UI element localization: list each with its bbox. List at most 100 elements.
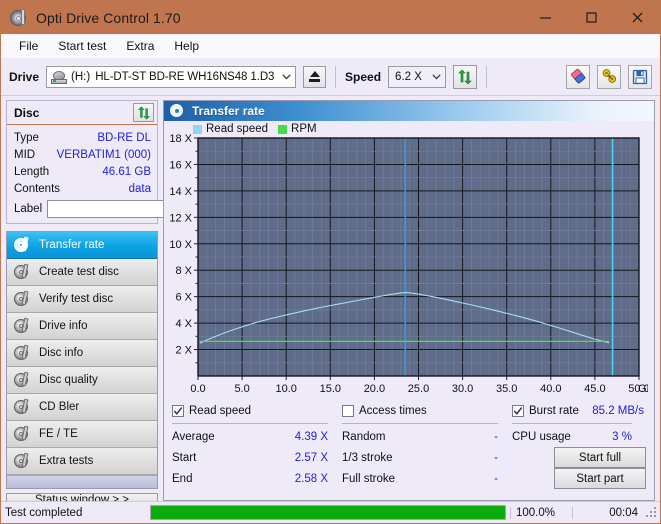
disc-refresh-button[interactable] xyxy=(133,103,154,122)
chart-xtick-label: 40.0 xyxy=(540,383,561,395)
chart-xtick-label: 35.0 xyxy=(496,383,517,395)
disc-icon xyxy=(14,398,30,415)
progress-bar-fill xyxy=(151,506,505,519)
chart-ytick-label: 4 X xyxy=(175,318,192,330)
read-speed-checkbox[interactable] xyxy=(172,405,184,417)
stat-value-full-stroke: - xyxy=(494,472,498,485)
stat-value-average: 4.39 X xyxy=(294,430,328,443)
resize-grip[interactable] xyxy=(646,506,658,519)
stat-key-average: Average xyxy=(172,430,215,443)
disc-label-row: Label xyxy=(14,198,252,220)
disc-type-key: Type xyxy=(14,131,39,144)
eject-button[interactable] xyxy=(303,65,327,88)
save-button[interactable] xyxy=(628,64,652,89)
app-disc-drive-icon xyxy=(10,8,28,27)
disc-row-mid: MID VERBATIM1 (000) xyxy=(14,146,151,163)
window-controls xyxy=(522,1,660,34)
sidebar-item-label: Drive info xyxy=(39,320,88,332)
sidebar-item-disc-quality[interactable]: Disc quality xyxy=(7,367,157,394)
disc-length-value: 46.61 GB xyxy=(102,165,151,178)
sidebar-item-verify-test-disc[interactable]: Verify test disc xyxy=(7,286,157,313)
speed-label: Speed xyxy=(345,69,382,84)
window-title: Opti Drive Control 1.70 xyxy=(36,9,181,26)
menu-item-start-test[interactable]: Start test xyxy=(49,36,115,56)
access-times-checkbox[interactable] xyxy=(342,405,354,417)
stat-value-cpu-usage: 3 % xyxy=(612,430,632,443)
menu-item-file[interactable]: File xyxy=(10,36,47,56)
tools-button[interactable] xyxy=(597,64,621,89)
sidebar-item-fe-te[interactable]: FE / TE xyxy=(7,421,157,448)
sidebar-item-label: Disc info xyxy=(39,347,84,359)
maximize-button[interactable] xyxy=(568,1,614,34)
chart-canvas[interactable]: 2 X 4 X 6 X 8 X 10 X 12 X 14 X 16 X 18 X 0.0 5.0 10… xyxy=(164,121,648,406)
sidebar-item-drive-info[interactable]: Drive info xyxy=(7,313,157,340)
legend-entry-rpm: RPM xyxy=(278,123,317,135)
stats-column-burst-rate: Burst rate 85.2 MB/s CPU usage 3 % Start… xyxy=(512,402,646,500)
disc-icon xyxy=(170,104,184,118)
minimize-button[interactable] xyxy=(522,1,568,34)
eraser-icon xyxy=(570,68,585,84)
stat-key-random: Random xyxy=(342,430,386,443)
sidebar-item-transfer-rate[interactable]: Transfer rate xyxy=(7,232,157,259)
app-window: Opti Drive Control 1.70 File Start test … xyxy=(0,0,661,524)
menu-item-extra[interactable]: Extra xyxy=(117,36,163,56)
menu-item-help[interactable]: Help xyxy=(165,36,208,56)
sidebar-item-label: FE / TE xyxy=(39,428,78,440)
disc-row-type: Type BD-RE DL xyxy=(14,129,151,146)
chart-xtick-label: 45.0 xyxy=(584,383,605,395)
disc-mid-key: MID xyxy=(14,148,36,161)
disc-icon xyxy=(14,344,30,361)
start-full-button[interactable]: Start full xyxy=(554,447,646,468)
chart-ytick-label: 12 X xyxy=(169,212,192,224)
refresh-icon xyxy=(458,69,472,84)
stat-row-end: End 2.58 X xyxy=(172,468,342,489)
eraser-button[interactable] xyxy=(566,64,590,89)
stats-area: Read speed Average 4.39 X Start 2.57 X E… xyxy=(164,396,654,500)
stat-row-cpu-usage: CPU usage 3 % xyxy=(512,426,646,447)
refresh-button[interactable] xyxy=(453,64,478,89)
legend-entry-read-speed: Read speed xyxy=(193,123,268,135)
burst-rate-checkbox[interactable] xyxy=(512,405,524,417)
drive-select[interactable]: (H:) HL-DT-ST BD-RE WH16NS48 1.D3 xyxy=(46,65,297,88)
left-panel: Disc Type BD-RE DL MID VERBATIM1 (000) L… xyxy=(6,100,252,507)
right-panel: Transfer rate Read speed RPM 2 X 4 X 6 X 8 … xyxy=(163,100,655,501)
close-button[interactable] xyxy=(614,1,660,34)
start-part-button[interactable]: Start part xyxy=(554,468,646,489)
stat-key-end: End xyxy=(172,472,193,485)
disc-contents-value: data xyxy=(128,182,151,195)
burst-rate-value: 85.2 MB/s xyxy=(592,405,644,417)
disc-icon xyxy=(14,452,30,469)
status-bar: Test completed 100.0% 00:04 xyxy=(1,501,660,523)
chart-xtick-label: 5.0 xyxy=(234,383,249,395)
drive-icon xyxy=(51,70,68,84)
stat-row-random: Random - xyxy=(342,426,512,447)
stat-value-random: - xyxy=(494,430,498,443)
disc-icon xyxy=(14,317,30,334)
sidebar-item-extra-tests[interactable]: Extra tests xyxy=(7,448,157,475)
stats-column-read-speed: Read speed Average 4.39 X Start 2.57 X E… xyxy=(172,402,342,500)
disc-icon xyxy=(14,290,30,307)
panel-title: Transfer rate xyxy=(192,104,265,118)
chart-ytick-label: 10 X xyxy=(169,239,192,251)
speed-select[interactable]: 6.2 X xyxy=(388,65,447,88)
sidebar-item-label: Transfer rate xyxy=(39,239,105,251)
stat-value-third-stroke: - xyxy=(494,451,498,464)
toolbar-divider xyxy=(335,65,337,88)
sidebar-item-disc-info[interactable]: Disc info xyxy=(7,340,157,367)
disc-icon xyxy=(14,371,30,388)
disc-icon xyxy=(14,263,30,280)
sidebar-item-label: CD Bler xyxy=(39,401,80,413)
sidebar-item-cd-bler[interactable]: CD Bler xyxy=(7,394,157,421)
speed-value: 6.2 X xyxy=(395,70,422,83)
legend-label-rpm: RPM xyxy=(291,123,317,135)
disc-row-length: Length 46.61 GB xyxy=(14,163,151,180)
access-times-label: Access times xyxy=(359,405,427,417)
disc-icon xyxy=(14,425,30,442)
drive-label: Drive xyxy=(9,69,40,84)
transfer-rate-chart: Read speed RPM 2 X 4 X 6 X 8 X 10 X 12 X 14 X 1… xyxy=(164,121,654,396)
disc-type-value: BD-RE DL xyxy=(97,131,151,144)
sidebar-item-create-test-disc[interactable]: Create test disc xyxy=(7,259,157,286)
stat-value-start: 2.57 X xyxy=(294,451,328,464)
stat-key-cpu-usage: CPU usage xyxy=(512,430,571,443)
drive-model: HL-DT-ST BD-RE WH16NS48 1.D3 xyxy=(95,70,275,83)
